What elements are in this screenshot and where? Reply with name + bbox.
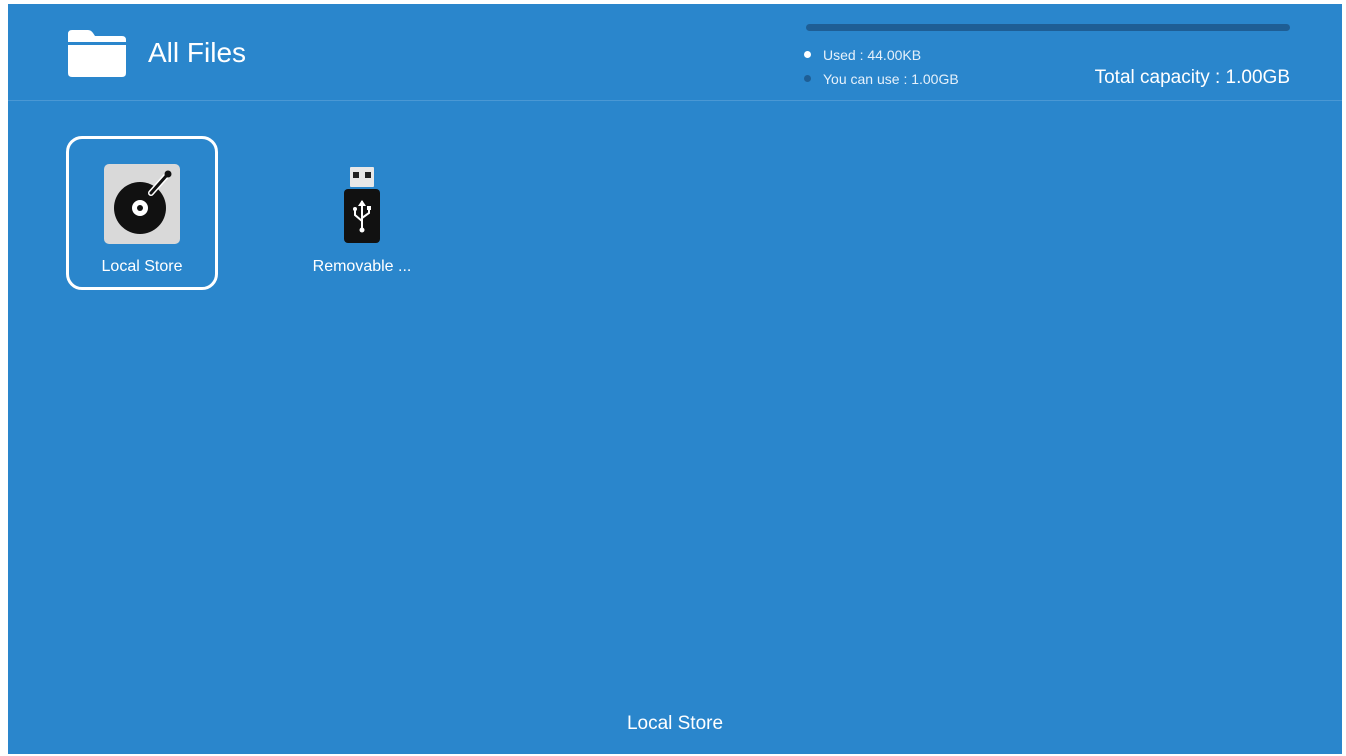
tile-label: Local Store bbox=[101, 258, 183, 275]
used-label: Used : 44.00KB bbox=[823, 47, 922, 63]
file-manager-screen: All Files Used : 44.00KB You can use : 1… bbox=[8, 4, 1342, 754]
total-capacity-label: Total capacity : 1.00GB bbox=[1094, 67, 1290, 88]
available-label: You can use : 1.00GB bbox=[823, 71, 959, 87]
usb-drive-icon bbox=[344, 167, 380, 243]
used-legend: Used : 44.00KB bbox=[804, 46, 921, 64]
page-title: All Files bbox=[148, 37, 247, 68]
tile-removable[interactable]: Removable ... bbox=[286, 136, 438, 290]
used-dot-icon bbox=[804, 51, 811, 58]
header-bar: All Files Used : 44.00KB You can use : 1… bbox=[8, 4, 1342, 101]
hard-disk-icon bbox=[104, 164, 180, 244]
tile-label: Removable ... bbox=[312, 258, 412, 275]
storage-usage-bar bbox=[806, 24, 1290, 31]
folder-icon bbox=[68, 30, 126, 77]
selected-item-label: Local Store bbox=[626, 713, 724, 734]
tile-local-store[interactable]: Local Store bbox=[66, 136, 218, 290]
available-legend: You can use : 1.00GB bbox=[804, 70, 959, 88]
available-dot-icon bbox=[804, 75, 811, 82]
